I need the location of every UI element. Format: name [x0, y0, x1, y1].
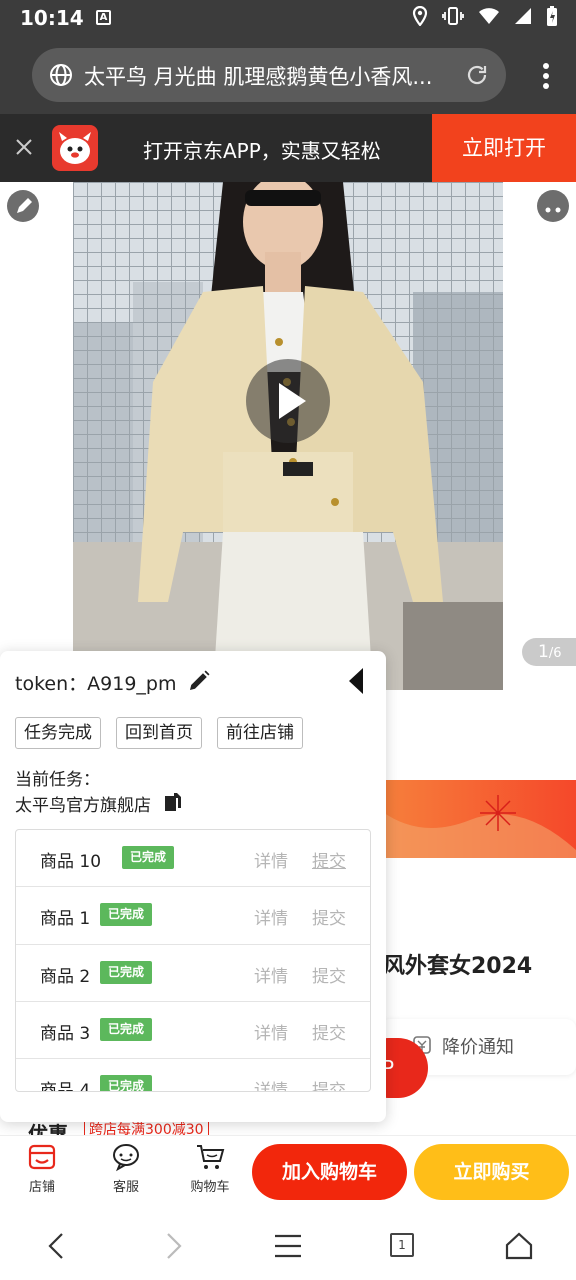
- shop-icon: [27, 1142, 57, 1172]
- token-value: A919_pm: [87, 673, 177, 695]
- list-item: 商品 3 已完成 详情 提交: [16, 1002, 370, 1060]
- play-video-icon[interactable]: [246, 359, 330, 443]
- cart-icon: [195, 1142, 225, 1172]
- chat-service-icon: [111, 1142, 141, 1172]
- item-name: 商品 1: [40, 909, 91, 930]
- url-text: 太平鸟 月光曲 肌理感鹅黄色小香风...: [84, 65, 433, 89]
- list-item: 商品 10 已完成 详情 提交: [16, 830, 370, 888]
- item-name: 商品 2: [40, 966, 91, 987]
- token-row: token：A919_pm: [15, 669, 176, 696]
- detail-link[interactable]: 详情: [254, 1019, 288, 1044]
- pen-circle-icon[interactable]: [7, 190, 39, 222]
- tab-switcher-icon[interactable]: 1: [390, 1233, 414, 1257]
- image-counter: 1/6: [522, 638, 576, 666]
- price-alert-label: 降价通知: [442, 1037, 514, 1058]
- product-title: 风外套女2024: [383, 954, 533, 979]
- status-bar: 10:14 A: [0, 0, 576, 38]
- shop-label: 店铺: [28, 1180, 55, 1195]
- address-bar[interactable]: 太平鸟 月光曲 肌理感鹅黄色小香风...: [32, 48, 506, 102]
- cart-nav-button[interactable]: 购物车: [180, 1142, 240, 1195]
- copy-icon[interactable]: [164, 792, 182, 812]
- task-complete-button[interactable]: 任务完成: [15, 717, 101, 749]
- item-name: 商品 3: [40, 1023, 91, 1044]
- product-media: 1/6: [0, 182, 576, 690]
- detail-link[interactable]: 详情: [254, 904, 288, 929]
- buy-now-button[interactable]: 立即购买: [414, 1144, 569, 1200]
- browser-nav-bar: 1: [0, 1213, 576, 1280]
- submit-link[interactable]: 提交: [312, 904, 346, 929]
- counter-current: 1: [538, 642, 549, 662]
- signal-icon: [514, 7, 532, 29]
- globe-icon: [49, 63, 73, 87]
- detail-link[interactable]: 详情: [254, 1076, 288, 1091]
- service-label: 客服: [112, 1180, 139, 1195]
- current-shop-name: 太平鸟官方旗舰店: [15, 796, 151, 816]
- promo-banner[interactable]: [380, 780, 576, 858]
- vibrate-icon: [442, 6, 464, 30]
- task-item-list[interactable]: 商品 10 已完成 详情 提交 商品 1 已完成 详情 提交 商品 2 已完成 …: [15, 829, 371, 1092]
- open-app-button[interactable]: 立即打开: [432, 114, 576, 182]
- submit-link[interactable]: 提交: [312, 847, 346, 872]
- status-time: 10:14: [20, 6, 84, 30]
- forward-arrow-icon[interactable]: [158, 1231, 188, 1261]
- wifi-icon: [478, 7, 500, 29]
- add-to-cart-button[interactable]: 加入购物车: [252, 1144, 407, 1200]
- submit-link[interactable]: 提交: [312, 1076, 346, 1091]
- battery-icon: [546, 5, 558, 31]
- product-action-bar: 店铺 客服 购物车 加入购物车 立即购买: [0, 1135, 576, 1213]
- status-badge: 已完成: [100, 960, 153, 984]
- notification-a-icon: A: [96, 10, 111, 25]
- status-badge: 已完成: [100, 1075, 153, 1091]
- current-task-label: 当前任务：: [15, 770, 100, 790]
- browser-toolbar: 太平鸟 月光曲 肌理感鹅黄色小香风...: [0, 38, 576, 114]
- item-name: 商品 4: [40, 1081, 91, 1092]
- location-icon: [412, 5, 428, 30]
- collapse-arrow-icon[interactable]: [348, 667, 364, 695]
- list-item: 商品 1 已完成 详情 提交: [16, 887, 370, 945]
- banner-text: 打开京东APP，实惠又轻松: [143, 139, 381, 163]
- token-label: token：: [15, 673, 88, 695]
- status-badge: 已完成: [122, 846, 175, 869]
- close-icon[interactable]: [13, 136, 35, 158]
- back-arrow-icon[interactable]: [42, 1231, 72, 1261]
- back-home-button[interactable]: 回到首页: [116, 717, 202, 749]
- panel-buttons: 任务完成 回到首页 前往店铺: [15, 717, 303, 749]
- jd-logo-icon: [52, 125, 98, 171]
- go-to-shop-button[interactable]: 前往店铺: [217, 717, 303, 749]
- home-icon[interactable]: [504, 1231, 534, 1261]
- status-badge: 已完成: [100, 903, 153, 927]
- list-item: 商品 4 已完成 详情 提交: [16, 1059, 370, 1092]
- submit-link[interactable]: 提交: [312, 1019, 346, 1044]
- task-panel: token：A919_pm 任务完成 回到首页 前往店铺 当前任务： 太平鸟官方…: [0, 651, 386, 1122]
- service-nav-button[interactable]: 客服: [96, 1142, 156, 1195]
- status-badge: 已完成: [100, 1017, 153, 1041]
- more-circle-icon[interactable]: [537, 190, 569, 222]
- hamburger-menu-icon[interactable]: [273, 1231, 303, 1261]
- menu-kebab-icon[interactable]: [542, 62, 550, 90]
- reload-icon[interactable]: [464, 62, 490, 88]
- detail-link[interactable]: 详情: [254, 962, 288, 987]
- edit-pencil-icon[interactable]: [187, 669, 211, 693]
- item-name: 商品 10: [40, 852, 102, 872]
- counter-total: /6: [548, 646, 562, 661]
- submit-link[interactable]: 提交: [312, 962, 346, 987]
- list-item: 商品 2 已完成 详情 提交: [16, 945, 370, 1002]
- open-app-banner: 打开京东APP，实惠又轻松 立即打开: [0, 114, 576, 182]
- status-icons: [412, 5, 558, 31]
- detail-link[interactable]: 详情: [254, 847, 288, 872]
- shop-nav-button[interactable]: 店铺: [12, 1142, 72, 1195]
- cart-label: 购物车: [190, 1180, 230, 1195]
